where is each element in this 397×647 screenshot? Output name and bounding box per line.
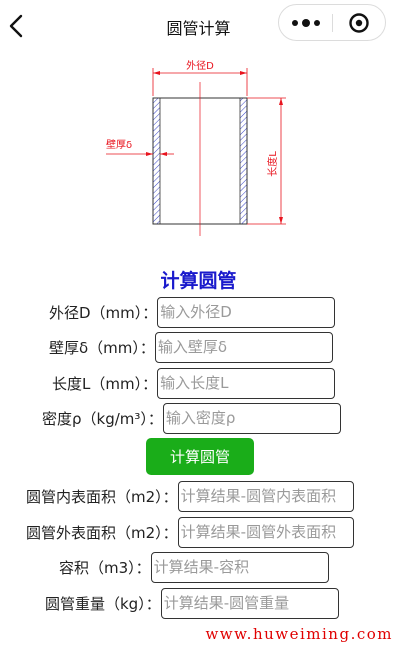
footer-url: www.huweiming.com [205,625,393,643]
outer-surface-label-text: 圆管外表面积（m2）： [26,523,178,542]
length-input[interactable] [157,367,336,399]
inner-surface-output[interactable] [177,480,354,512]
outer-diameter-label-text: 外径D（mm）： [49,303,158,322]
volume-label-text: 容积（m3）： [59,558,151,577]
pipe-diagram: 外径D 壁厚δ 长度L [106,59,286,236]
length-label-text: 长度L（mm）： [52,374,158,393]
inner-surface-row: 圆管内表面积（m2）： [26,480,354,512]
mini-program-capsule [278,4,386,41]
volume-row: 容积（m3）： [59,551,329,583]
calculate-button[interactable]: 计算圆管 [146,438,254,475]
more-dots-icon [291,19,298,26]
outer-surface-row: 圆管外表面积（m2）： [26,516,354,548]
density-row: 密度ρ（kg/m³）： [42,402,341,434]
density-input[interactable] [162,402,341,434]
weight-label-text: 圆管重量（kg）： [45,594,161,613]
outer-diameter-row: 外径D（mm）： [49,296,336,328]
outer-diameter-input[interactable] [157,296,336,328]
density-label-text: 密度ρ（kg/m³）： [42,409,163,428]
weight-row: 圆管重量（kg）： [45,587,339,619]
nav-bar: 圆管计算 [0,0,397,52]
section-title: 计算圆管 [160,270,237,292]
outer-diameter-label: 外径D [186,59,214,72]
length-row: 长度L（mm）： [52,367,336,399]
close-button[interactable] [333,5,385,40]
volume-output[interactable] [150,551,329,583]
inner-surface-label-text: 圆管内表面积（m2）： [26,487,178,506]
wall-thickness-input[interactable] [154,331,333,363]
wall-thickness-label-text: 壁厚δ（mm）： [49,338,155,357]
more-button[interactable] [279,5,332,40]
outer-surface-output[interactable] [177,516,354,548]
length-label: 长度L [266,151,279,177]
wall-thickness-label: 壁厚δ [106,138,132,151]
target-circle-icon [349,12,369,33]
wall-thickness-row: 壁厚δ（mm）： [49,331,333,363]
weight-output[interactable] [160,587,339,619]
